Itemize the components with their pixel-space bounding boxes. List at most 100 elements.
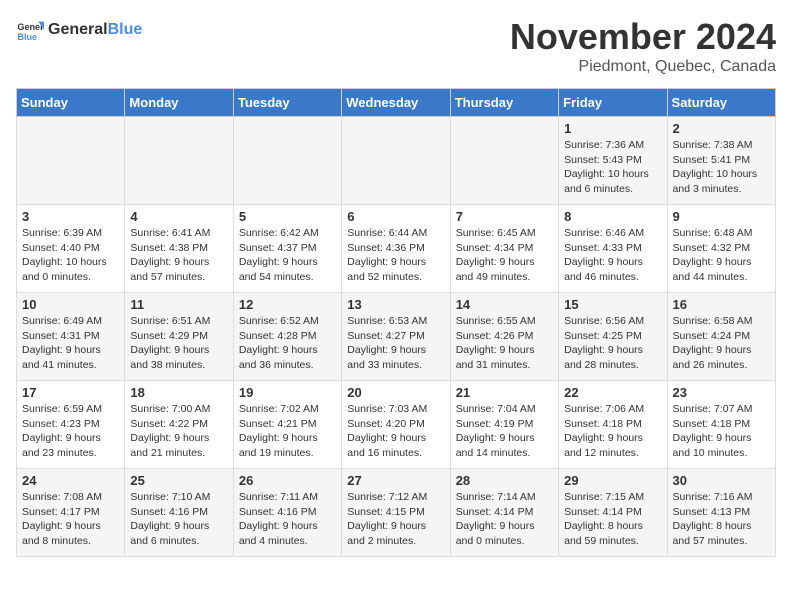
day-number: 8 bbox=[564, 209, 661, 224]
day-info: Sunrise: 7:11 AM Sunset: 4:16 PM Dayligh… bbox=[239, 490, 336, 549]
day-cell: 17 Sunrise: 6:59 AM Sunset: 4:23 PM Dayli… bbox=[17, 381, 125, 469]
col-header-tuesday: Tuesday bbox=[233, 89, 341, 117]
day-number: 20 bbox=[347, 385, 444, 400]
day-number: 16 bbox=[673, 297, 770, 312]
day-cell: 13Sunrise: 6:53 AM Sunset: 4:27 PM Dayli… bbox=[342, 293, 450, 381]
day-info: Sunrise: 6:39 AM Sunset: 4:40 PM Dayligh… bbox=[22, 226, 119, 285]
day-cell: 16Sunrise: 6:58 AM Sunset: 4:24 PM Dayli… bbox=[667, 293, 775, 381]
day-info: Sunrise: 6:42 AM Sunset: 4:37 PM Dayligh… bbox=[239, 226, 336, 285]
day-number: 7 bbox=[456, 209, 553, 224]
day-number: 18 bbox=[130, 385, 227, 400]
day-cell: 19 Sunrise: 7:02 AM Sunset: 4:21 PM Dayli… bbox=[233, 381, 341, 469]
day-info: Sunrise: 7:16 AM Sunset: 4:13 PM Dayligh… bbox=[673, 490, 770, 549]
day-cell: 22 Sunrise: 7:06 AM Sunset: 4:18 PM Dayli… bbox=[559, 381, 667, 469]
day-cell: 14 Sunrise: 6:55 AM Sunset: 4:26 PM Dayli… bbox=[450, 293, 558, 381]
day-info: Sunrise: 6:41 AM Sunset: 4:38 PM Dayligh… bbox=[130, 226, 227, 285]
day-number: 3 bbox=[22, 209, 119, 224]
day-info: Sunrise: 7:14 AM Sunset: 4:14 PM Dayligh… bbox=[456, 490, 553, 549]
day-cell: 23 Sunrise: 7:07 AM Sunset: 4:18 PM Dayli… bbox=[667, 381, 775, 469]
day-info: Sunrise: 6:55 AM Sunset: 4:26 PM Dayligh… bbox=[456, 314, 553, 373]
week-row-2: 3 Sunrise: 6:39 AM Sunset: 4:40 PM Daylig… bbox=[17, 205, 776, 293]
day-info: Sunrise: 7:00 AM Sunset: 4:22 PM Dayligh… bbox=[130, 402, 227, 461]
day-number: 23 bbox=[673, 385, 770, 400]
col-header-saturday: Saturday bbox=[667, 89, 775, 117]
day-cell: 9Sunrise: 6:48 AM Sunset: 4:32 PM Daylig… bbox=[667, 205, 775, 293]
day-cell: 12 Sunrise: 6:52 AM Sunset: 4:28 PM Dayli… bbox=[233, 293, 341, 381]
day-number: 2 bbox=[673, 121, 770, 136]
day-number: 14 bbox=[456, 297, 553, 312]
day-number: 10 bbox=[22, 297, 119, 312]
header: General Blue GeneralBlue November 2024 P… bbox=[16, 16, 776, 76]
day-cell: 3 Sunrise: 6:39 AM Sunset: 4:40 PM Daylig… bbox=[17, 205, 125, 293]
day-info: Sunrise: 7:12 AM Sunset: 4:15 PM Dayligh… bbox=[347, 490, 444, 549]
day-cell: 2Sunrise: 7:38 AM Sunset: 5:41 PM Daylig… bbox=[667, 117, 775, 205]
day-cell: 10 Sunrise: 6:49 AM Sunset: 4:31 PM Dayli… bbox=[17, 293, 125, 381]
day-cell: 8 Sunrise: 6:46 AM Sunset: 4:33 PM Daylig… bbox=[559, 205, 667, 293]
day-cell bbox=[17, 117, 125, 205]
day-cell: 11Sunrise: 6:51 AM Sunset: 4:29 PM Dayli… bbox=[125, 293, 233, 381]
day-cell bbox=[233, 117, 341, 205]
day-info: Sunrise: 6:56 AM Sunset: 4:25 PM Dayligh… bbox=[564, 314, 661, 373]
day-number: 12 bbox=[239, 297, 336, 312]
calendar-table: SundayMondayTuesdayWednesdayThursdayFrid… bbox=[16, 88, 776, 557]
week-row-1: 1 Sunrise: 7:36 AM Sunset: 5:43 PM Daylig… bbox=[17, 117, 776, 205]
day-number: 5 bbox=[239, 209, 336, 224]
day-info: Sunrise: 6:52 AM Sunset: 4:28 PM Dayligh… bbox=[239, 314, 336, 373]
day-info: Sunrise: 6:51 AM Sunset: 4:29 PM Dayligh… bbox=[130, 314, 227, 373]
day-number: 1 bbox=[564, 121, 661, 136]
day-cell bbox=[125, 117, 233, 205]
col-header-monday: Monday bbox=[125, 89, 233, 117]
logo-icon: General Blue bbox=[16, 16, 44, 44]
day-number: 27 bbox=[347, 473, 444, 488]
day-info: Sunrise: 7:36 AM Sunset: 5:43 PM Dayligh… bbox=[564, 138, 661, 197]
day-info: Sunrise: 6:46 AM Sunset: 4:33 PM Dayligh… bbox=[564, 226, 661, 285]
day-cell: 28Sunrise: 7:14 AM Sunset: 4:14 PM Dayli… bbox=[450, 469, 558, 557]
day-info: Sunrise: 6:45 AM Sunset: 4:34 PM Dayligh… bbox=[456, 226, 553, 285]
day-cell: 4Sunrise: 6:41 AM Sunset: 4:38 PM Daylig… bbox=[125, 205, 233, 293]
day-cell: 15 Sunrise: 6:56 AM Sunset: 4:25 PM Dayli… bbox=[559, 293, 667, 381]
day-info: Sunrise: 7:04 AM Sunset: 4:19 PM Dayligh… bbox=[456, 402, 553, 461]
svg-text:Blue: Blue bbox=[17, 32, 37, 42]
day-cell: 26 Sunrise: 7:11 AM Sunset: 4:16 PM Dayli… bbox=[233, 469, 341, 557]
calendar-header-row: SundayMondayTuesdayWednesdayThursdayFrid… bbox=[17, 89, 776, 117]
day-number: 9 bbox=[673, 209, 770, 224]
logo-general: General bbox=[48, 21, 108, 38]
day-info: Sunrise: 7:15 AM Sunset: 4:14 PM Dayligh… bbox=[564, 490, 661, 549]
day-info: Sunrise: 7:06 AM Sunset: 4:18 PM Dayligh… bbox=[564, 402, 661, 461]
day-info: Sunrise: 7:02 AM Sunset: 4:21 PM Dayligh… bbox=[239, 402, 336, 461]
logo-blue: Blue bbox=[108, 21, 143, 38]
day-cell: 25Sunrise: 7:10 AM Sunset: 4:16 PM Dayli… bbox=[125, 469, 233, 557]
logo: General Blue GeneralBlue bbox=[16, 16, 142, 44]
day-number: 19 bbox=[239, 385, 336, 400]
day-cell bbox=[342, 117, 450, 205]
day-info: Sunrise: 6:59 AM Sunset: 4:23 PM Dayligh… bbox=[22, 402, 119, 461]
day-cell: 7 Sunrise: 6:45 AM Sunset: 4:34 PM Daylig… bbox=[450, 205, 558, 293]
col-header-thursday: Thursday bbox=[450, 89, 558, 117]
day-number: 29 bbox=[564, 473, 661, 488]
day-info: Sunrise: 7:03 AM Sunset: 4:20 PM Dayligh… bbox=[347, 402, 444, 461]
day-cell: 20 Sunrise: 7:03 AM Sunset: 4:20 PM Dayli… bbox=[342, 381, 450, 469]
day-info: Sunrise: 7:08 AM Sunset: 4:17 PM Dayligh… bbox=[22, 490, 119, 549]
day-info: Sunrise: 7:07 AM Sunset: 4:18 PM Dayligh… bbox=[673, 402, 770, 461]
day-cell: 5 Sunrise: 6:42 AM Sunset: 4:37 PM Daylig… bbox=[233, 205, 341, 293]
day-number: 26 bbox=[239, 473, 336, 488]
week-row-5: 24Sunrise: 7:08 AM Sunset: 4:17 PM Dayli… bbox=[17, 469, 776, 557]
col-header-friday: Friday bbox=[559, 89, 667, 117]
day-number: 17 bbox=[22, 385, 119, 400]
day-number: 30 bbox=[673, 473, 770, 488]
day-cell bbox=[450, 117, 558, 205]
day-cell: 30 Sunrise: 7:16 AM Sunset: 4:13 PM Dayli… bbox=[667, 469, 775, 557]
col-header-sunday: Sunday bbox=[17, 89, 125, 117]
day-cell: 1 Sunrise: 7:36 AM Sunset: 5:43 PM Daylig… bbox=[559, 117, 667, 205]
title-area: November 2024 Piedmont, Quebec, Canada bbox=[510, 16, 776, 76]
day-info: Sunrise: 6:49 AM Sunset: 4:31 PM Dayligh… bbox=[22, 314, 119, 373]
day-cell: 21Sunrise: 7:04 AM Sunset: 4:19 PM Dayli… bbox=[450, 381, 558, 469]
col-header-wednesday: Wednesday bbox=[342, 89, 450, 117]
week-row-3: 10 Sunrise: 6:49 AM Sunset: 4:31 PM Dayli… bbox=[17, 293, 776, 381]
day-number: 15 bbox=[564, 297, 661, 312]
day-number: 6 bbox=[347, 209, 444, 224]
day-number: 22 bbox=[564, 385, 661, 400]
day-cell: 27 Sunrise: 7:12 AM Sunset: 4:15 PM Dayli… bbox=[342, 469, 450, 557]
day-number: 13 bbox=[347, 297, 444, 312]
day-cell: 6Sunrise: 6:44 AM Sunset: 4:36 PM Daylig… bbox=[342, 205, 450, 293]
